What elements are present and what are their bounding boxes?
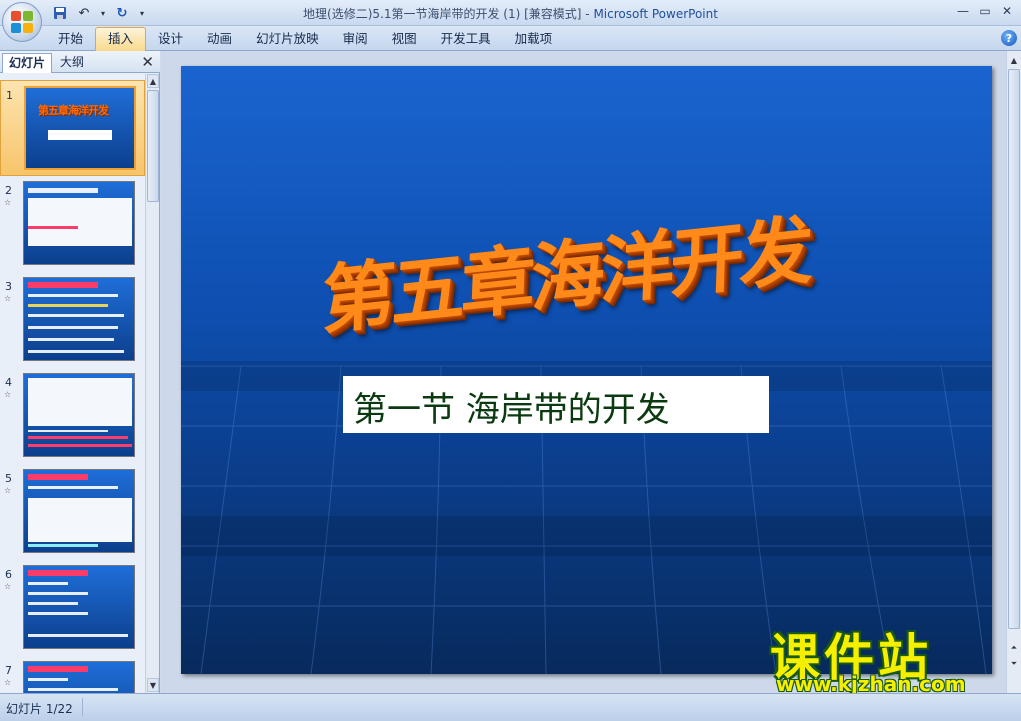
slide-thumbnail-row[interactable]: 1 第五章海洋开发 — [0, 80, 145, 176]
slide-thumbnail[interactable] — [23, 373, 135, 457]
slide-thumbnail-row[interactable]: 5 ☆ — [0, 464, 145, 560]
status-bar: 幻灯片 1/22 — [0, 693, 1021, 721]
tab-outline[interactable]: 大纲 — [54, 53, 90, 73]
thumbnail-subtitle-box — [48, 130, 112, 140]
slide-number: 6 — [5, 568, 12, 581]
close-icon[interactable]: ✕ — [141, 53, 154, 71]
tab-view[interactable]: 视图 — [380, 26, 429, 51]
slide-thumbnail[interactable] — [23, 277, 135, 361]
restore-icon[interactable]: ▭ — [975, 2, 995, 20]
tab-insert[interactable]: 插入 — [95, 27, 147, 51]
next-slide-icon[interactable]: ⏷ — [1008, 657, 1020, 671]
slide-counter: 幻灯片 1/22 — [6, 702, 73, 716]
window-title: 地理(选修二)5.1第一节海岸带的开发 (1) [兼容模式] - Microso… — [0, 5, 1021, 22]
slide-number: 3 — [5, 280, 12, 293]
tab-slides[interactable]: 幻灯片 — [2, 53, 53, 73]
minimize-icon[interactable]: — — [953, 2, 973, 20]
slide-background-grid — [181, 361, 992, 674]
slide-thumbnail-row[interactable]: 3 ☆ — [0, 272, 145, 368]
scroll-up-icon[interactable]: ▲ — [147, 74, 159, 88]
office-button[interactable] — [2, 2, 42, 42]
close-icon[interactable]: ✕ — [997, 2, 1017, 20]
scrollbar-thumb[interactable] — [147, 90, 159, 202]
tab-animations[interactable]: 动画 — [195, 26, 244, 51]
document-title: 地理(选修二)5.1第一节海岸带的开发 (1) [兼容模式] - — [303, 7, 594, 21]
slide-thumbnail[interactable] — [23, 661, 135, 693]
animation-star-icon: ☆ — [4, 582, 12, 591]
slide-number: 7 — [5, 664, 12, 677]
status-separator — [82, 698, 83, 716]
thumbnail-title: 第五章海洋开发 — [38, 104, 109, 117]
watermark: 课件站 www.kjzhan.com — [770, 618, 1006, 698]
slide-subtitle: 第一节 海岸带的开发 — [353, 390, 670, 430]
slide-canvas[interactable]: 第五章海洋开发 第一节 海岸带的开发 — [181, 66, 992, 674]
help-icon[interactable]: ? — [1001, 30, 1017, 46]
slide-thumbnail-row[interactable]: 4 ☆ — [0, 368, 145, 464]
thumbnail-list: 1 第五章海洋开发 2 ☆ 3 ☆ 4 ☆ 5 ☆ 6 ☆ 7 ☆ — [0, 74, 145, 693]
animation-star-icon: ☆ — [4, 198, 12, 207]
slide-thumbnail-row[interactable]: 2 ☆ — [0, 176, 145, 272]
tab-home[interactable]: 开始 — [46, 26, 95, 51]
thumbnail-scrollbar[interactable]: ▲ ▼ — [145, 74, 159, 693]
animation-star-icon: ☆ — [4, 678, 12, 687]
tab-slideshow[interactable]: 幻灯片放映 — [244, 26, 331, 51]
slide-number: 2 — [5, 184, 12, 197]
app-name: Microsoft PowerPoint — [593, 7, 718, 21]
tab-addins[interactable]: 加载项 — [503, 26, 565, 51]
slides-panel: 幻灯片 大纲 ✕ 1 第五章海洋开发 2 ☆ 3 ☆ 4 ☆ 5 ☆ 6 ☆ 7… — [0, 51, 160, 693]
slide-thumbnail-row[interactable]: 6 ☆ — [0, 560, 145, 656]
slide-number: 5 — [5, 472, 12, 485]
slide-editor: 第五章海洋开发 第一节 海岸带的开发 — [161, 51, 1006, 693]
tab-design[interactable]: 设计 — [146, 26, 195, 51]
slide-number: 4 — [5, 376, 12, 389]
editor-scrollbar[interactable]: ▲ ⏶ ⏷ — [1006, 51, 1021, 693]
scrollbar-thumb[interactable] — [1008, 69, 1020, 629]
window-controls: — ▭ ✕ — [953, 2, 1017, 20]
office-logo-icon — [11, 11, 33, 33]
tab-review[interactable]: 审阅 — [331, 26, 380, 51]
scroll-up-icon[interactable]: ▲ — [1008, 53, 1020, 67]
slide-thumbnail[interactable] — [23, 181, 135, 265]
slide-thumbnail[interactable] — [23, 565, 135, 649]
ribbon-tabs: 开始 插入 设计 动画 幻灯片放映 审阅 视图 开发工具 加载项 — [46, 26, 564, 51]
slide-thumbnail[interactable]: 第五章海洋开发 — [24, 86, 136, 170]
slide-number: 1 — [6, 89, 13, 102]
title-bar: ↶ ▾ ↻ ▾ 地理(选修二)5.1第一节海岸带的开发 (1) [兼容模式] -… — [0, 0, 1021, 26]
slide-thumbnail[interactable] — [23, 469, 135, 553]
animation-star-icon: ☆ — [4, 390, 12, 399]
animation-star-icon: ☆ — [4, 294, 12, 303]
previous-slide-icon[interactable]: ⏶ — [1008, 641, 1020, 655]
subtitle-textbox[interactable]: 第一节 海岸带的开发 — [343, 376, 769, 433]
animation-star-icon: ☆ — [4, 486, 12, 495]
panel-tabs: 幻灯片 大纲 ✕ — [0, 51, 160, 73]
slide-thumbnail-row[interactable]: 7 ☆ — [0, 656, 145, 693]
ribbon: 开始 插入 设计 动画 幻灯片放映 审阅 视图 开发工具 加载项 ? — [0, 26, 1021, 51]
tab-developer[interactable]: 开发工具 — [429, 26, 503, 51]
scroll-down-icon[interactable]: ▼ — [147, 678, 159, 692]
